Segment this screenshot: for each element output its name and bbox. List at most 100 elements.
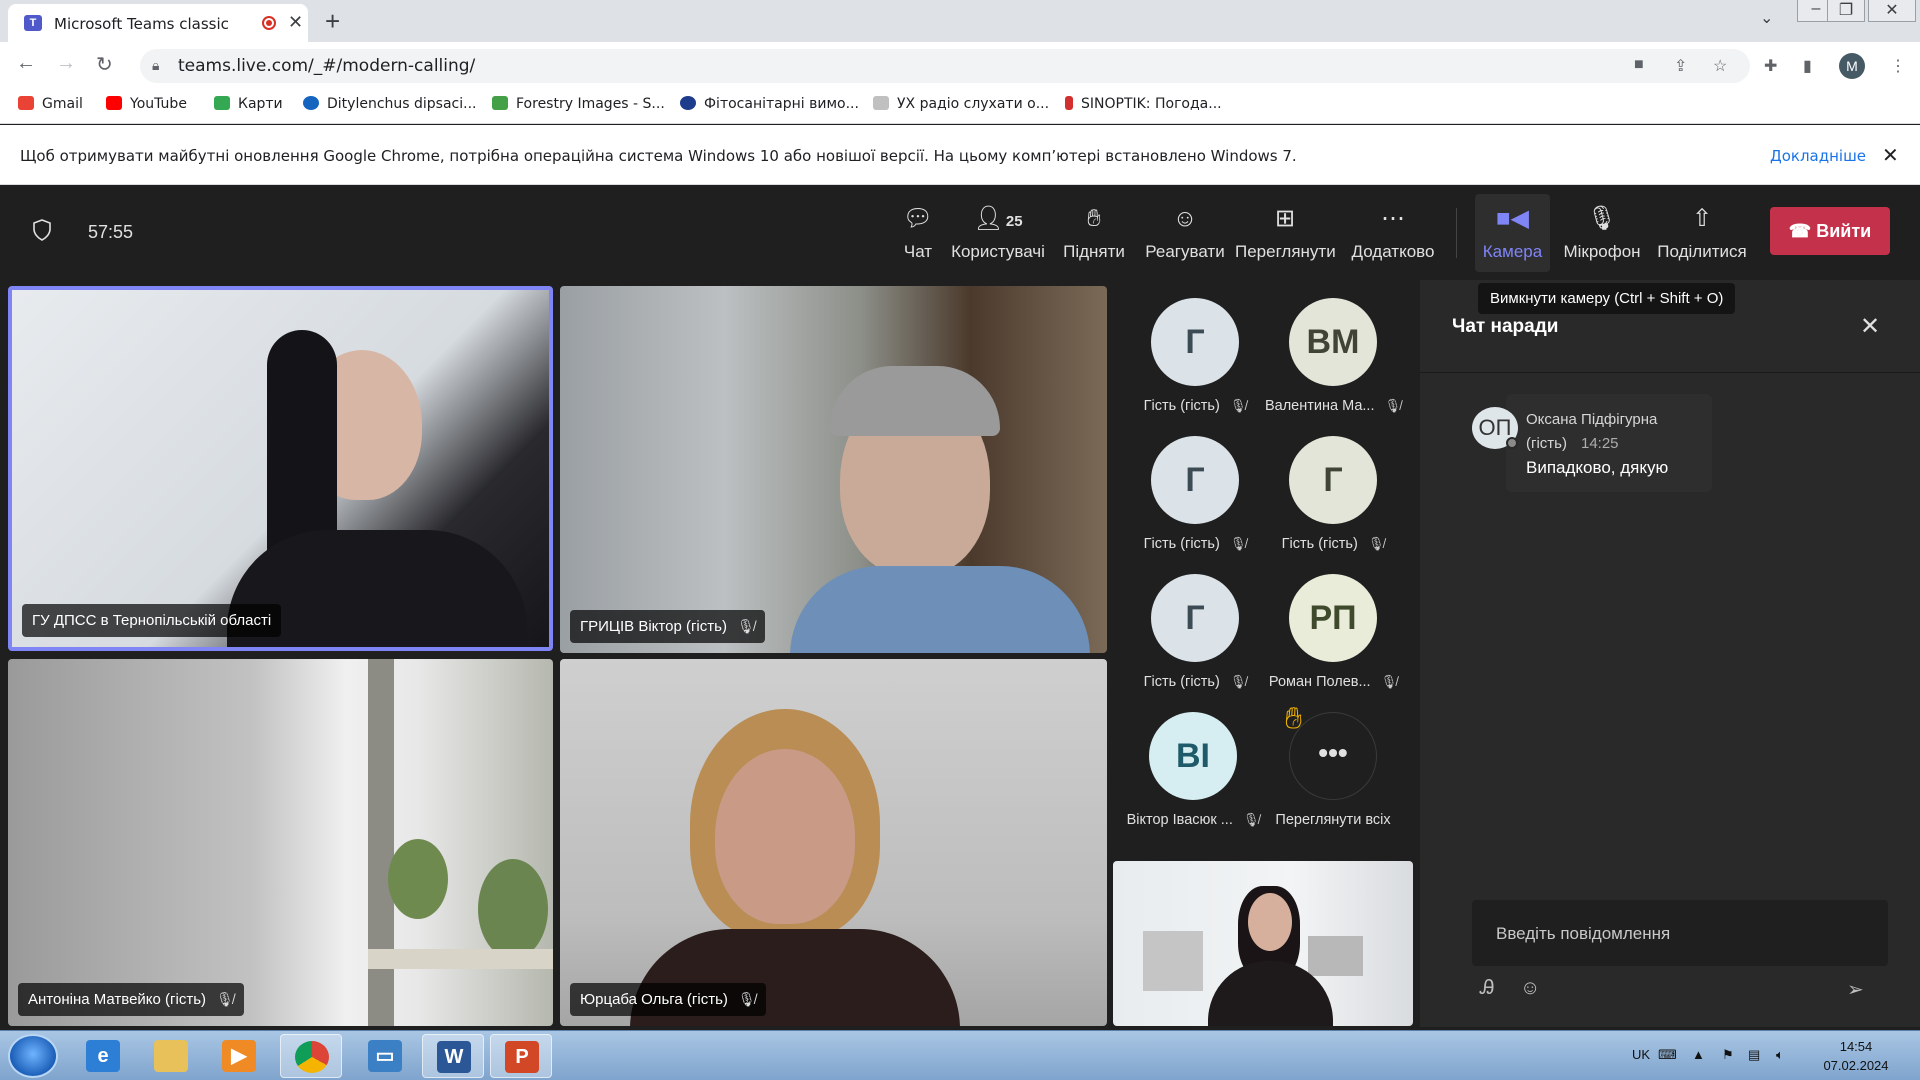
participant-tile[interactable]: ВІ Віктор Івасюк ... 🎙︎̸ (1118, 712, 1268, 846)
bookmark-radio[interactable]: УХ радіо слухати о... (873, 96, 1049, 112)
menu-kebab-icon[interactable]: ⋮ (1890, 56, 1906, 76)
forward-icon[interactable]: → (56, 52, 76, 75)
infobar-close-icon[interactable]: ✕ (1882, 143, 1899, 168)
camera-button[interactable]: ■◀ Камера (1475, 194, 1550, 272)
language-indicator[interactable]: UK (1632, 1047, 1650, 1062)
video-tile[interactable]: Юрцаба Ольга (гість) 🎙︎̸ (560, 659, 1107, 1026)
self-view-video[interactable] (1113, 861, 1413, 1026)
view-all-participants-button[interactable]: ••• Переглянути всіх ✋︎ (1263, 702, 1403, 846)
participant-avatar: Г (1151, 574, 1239, 662)
video-name-label: ГУ ДПСС в Тернопільській області (22, 604, 282, 637)
message-placeholder: Введіть повідомлення (1496, 924, 1671, 943)
react-button[interactable]: ☺︎ Реагувати (1140, 204, 1230, 262)
word-icon: W (437, 1041, 471, 1073)
keyboard-icon[interactable]: ⌨ (1658, 1047, 1677, 1063)
chat-message[interactable]: Оксана Підфігурна (гість) 14:25 Випадково… (1506, 394, 1712, 492)
video-tile[interactable]: Антоніна Матвейко (гість) 🎙︎̸ (8, 659, 553, 1026)
browser-tab-strip: T Microsoft Teams classic ✕ + ⌄ – ❐ ✕ (0, 0, 1920, 42)
microphone-button[interactable]: 🎙︎ Мікрофон (1560, 204, 1644, 262)
teams-favicon-icon: T (24, 15, 42, 31)
participant-tile[interactable]: Г Гість (гість) 🎙︎̸ (1125, 436, 1265, 570)
share-button[interactable]: ⇧ Поділитися (1655, 204, 1749, 262)
share-icon[interactable]: ⇪ (1674, 56, 1687, 76)
taskbar-clock[interactable]: 14:54 07.02.2024 (1818, 1037, 1894, 1075)
toolbar-divider (1456, 208, 1457, 258)
participant-avatar: ВМ (1289, 298, 1377, 386)
raise-hand-button[interactable]: ✋︎ Підняти (1056, 204, 1132, 262)
meeting-stage: ГУ ДПСС в Тернопільській області ГРИЦІВ … (0, 280, 1420, 1027)
video-tile[interactable]: ГРИЦІВ Віктор (гість) 🎙︎̸ (560, 286, 1107, 653)
explorer-taskbar[interactable] (140, 1034, 202, 1078)
avatar[interactable]: ОП (1472, 407, 1518, 449)
mic-muted-icon: 🎙︎̸ (737, 991, 756, 1007)
media-player-icon: ▶ (222, 1040, 256, 1072)
lock-icon[interactable]: 🔒︎ (152, 57, 159, 74)
plant (478, 859, 548, 959)
camera-in-use-icon[interactable]: ■ (1634, 56, 1644, 74)
bookmark-star-icon[interactable]: ☆ (1713, 56, 1727, 76)
participant-tile[interactable]: РП Роман Полев... 🎙︎̸ (1263, 574, 1403, 708)
participant-tile[interactable]: Г Гість (гість) 🎙︎̸ (1125, 298, 1265, 432)
bookmark-youtube[interactable]: YouTube (106, 96, 187, 112)
people-button[interactable]: 👤︎ 25 Користувачі (943, 204, 1053, 262)
bookmark-maps[interactable]: Карти (214, 96, 283, 112)
mic-muted-icon: 🎙︎̸ (1229, 398, 1247, 413)
view-button[interactable]: ⊞ Переглянути (1235, 204, 1336, 262)
more-button[interactable]: ⋯ Додатково (1349, 204, 1437, 262)
remote-desktop-taskbar[interactable]: ▭ (354, 1034, 416, 1078)
restore-button[interactable]: ❐ (1827, 0, 1865, 22)
leave-button[interactable]: ☎︎ Вийти (1770, 207, 1890, 255)
participant-tile[interactable]: ВМ Валентина Ма... 🎙︎̸ (1263, 298, 1403, 432)
address-bar[interactable]: 🔒︎ teams.live.com/_#/modern-calling/ (140, 49, 1750, 83)
participant-tile[interactable]: Г Гість (гість) 🎙︎̸ (1263, 436, 1403, 570)
bookmark-sinoptik[interactable]: SINOPTIK: Погода... (1065, 96, 1222, 112)
browser-tab[interactable]: T Microsoft Teams classic ✕ (8, 4, 308, 42)
close-window-button[interactable]: ✕ (1868, 0, 1916, 22)
mic-muted-icon: 🎙︎̸ (1242, 812, 1260, 827)
start-button-icon[interactable] (8, 1034, 58, 1078)
message-input[interactable]: Введіть повідомлення (1472, 900, 1888, 966)
show-hidden-icons-icon[interactable]: ▲ (1692, 1047, 1705, 1062)
video-camera-icon: ■◀ (1496, 205, 1529, 232)
bookmark-phytosanitary[interactable]: Фітосанітарні вимо... (680, 96, 859, 112)
video-tile[interactable]: ГУ ДПСС в Тернопільській області (8, 286, 553, 651)
back-icon[interactable]: ← (16, 52, 36, 75)
window-frame (368, 659, 394, 1026)
action-center-flag-icon[interactable]: ⚑ (1722, 1047, 1734, 1063)
url-text: teams.live.com/_#/modern-calling/ (178, 56, 476, 76)
infobar-message: Щоб отримувати майбутні оновлення Google… (20, 147, 1297, 165)
tab-search-icon[interactable]: ⌄ (1760, 8, 1773, 28)
infobar-learn-more-link[interactable]: Докладніше (1770, 147, 1866, 165)
coat-of-arms-icon (680, 96, 696, 110)
smiley-icon: ☺︎ (1172, 205, 1198, 232)
reload-icon[interactable]: ↻ (96, 52, 113, 77)
meeting-chat-panel: Чат наради ✕ Оксана Підфігурна (гість) 14… (1420, 280, 1920, 1027)
new-tab-button[interactable]: + (325, 6, 340, 37)
close-chat-icon[interactable]: ✕ (1860, 312, 1880, 341)
send-icon[interactable]: ➢ (1847, 977, 1864, 1002)
lab-equipment (1308, 936, 1363, 976)
shield-icon[interactable] (33, 219, 51, 241)
bookmark-gmail[interactable]: Gmail (18, 96, 83, 112)
cube-icon (873, 96, 889, 110)
chrome-taskbar[interactable] (280, 1034, 342, 1078)
powerpoint-taskbar[interactable]: P (490, 1034, 552, 1078)
participant-tile[interactable]: Г Гість (гість) 🎙︎̸ (1125, 574, 1265, 708)
chrome-update-infobar: Щоб отримувати майбутні оновлення Google… (0, 125, 1920, 185)
media-player-taskbar[interactable]: ▶ (208, 1034, 270, 1078)
bookmark-forestry[interactable]: Forestry Images - S... (492, 96, 665, 112)
internet-explorer-taskbar[interactable]: e (72, 1034, 134, 1078)
word-taskbar[interactable]: W (422, 1034, 484, 1078)
profile-avatar[interactable]: M (1839, 53, 1865, 79)
format-icon[interactable]: Ꭿ (1480, 977, 1494, 1000)
side-panel-icon[interactable]: ▮ (1803, 56, 1812, 76)
emoji-icon[interactable]: ☺︎ (1520, 977, 1540, 1000)
bookmark-ditylenchus[interactable]: Ditylenchus dipsaci... (303, 96, 476, 112)
extensions-icon[interactable]: ✚ (1764, 56, 1777, 76)
close-tab-icon[interactable]: ✕ (288, 12, 303, 33)
video-name-label: ГРИЦІВ Віктор (гість) 🎙︎̸ (570, 610, 765, 643)
recording-indicator-icon (262, 16, 276, 30)
network-icon[interactable]: ▤ (1748, 1047, 1760, 1063)
volume-icon[interactable]: 🔈︎ (1776, 1047, 1784, 1063)
lab-equipment (1143, 931, 1203, 991)
